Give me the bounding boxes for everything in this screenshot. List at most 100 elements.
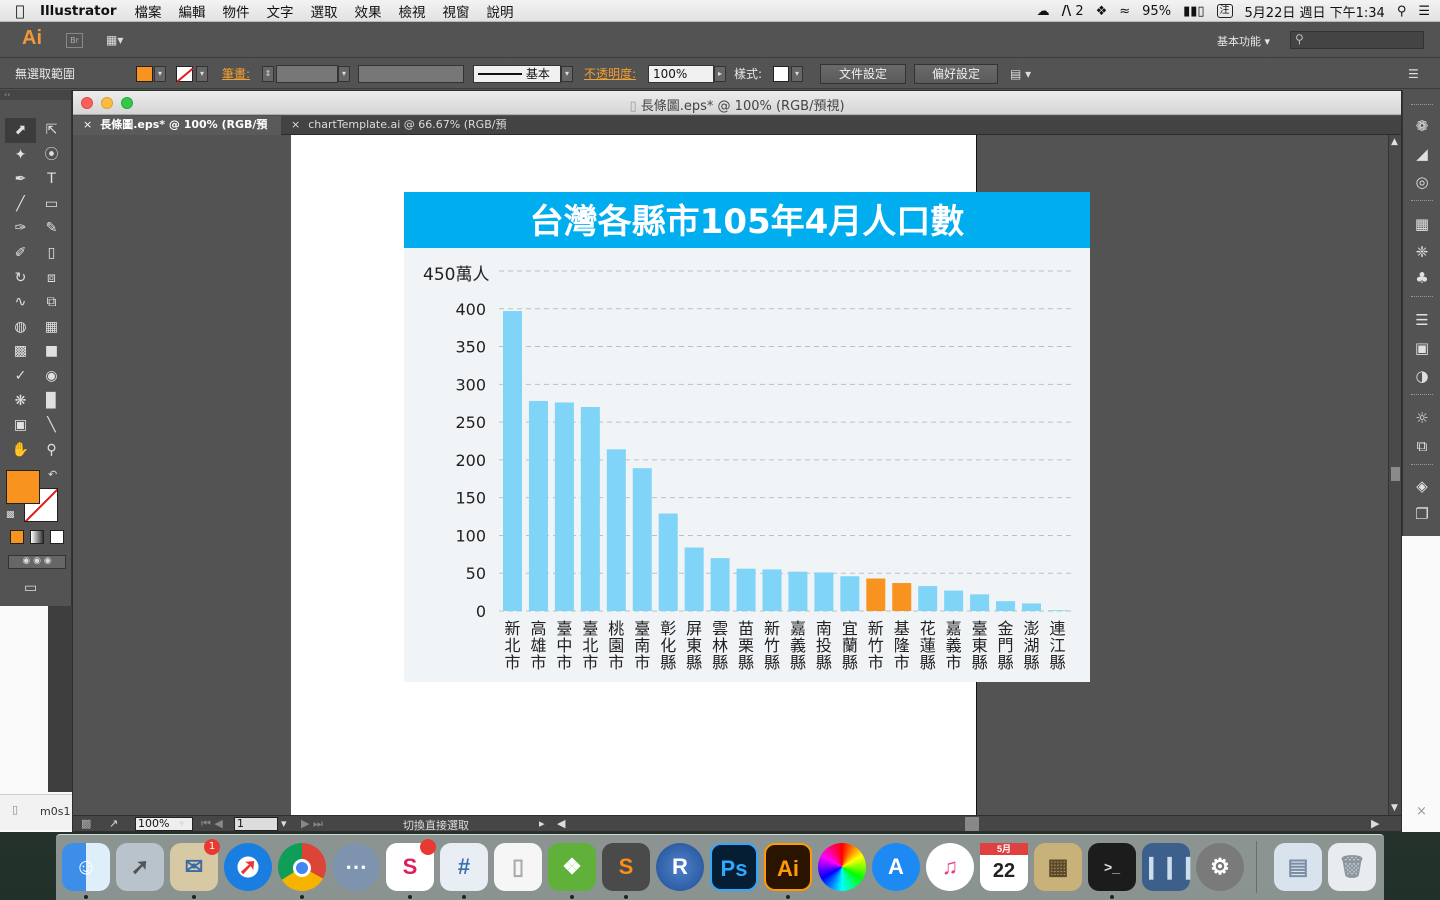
bar[interactable] <box>580 407 600 611</box>
pencil-tool-icon[interactable]: ✎ <box>36 216 67 241</box>
downloads-folder-icon[interactable]: ▤ <box>1274 843 1322 891</box>
fill-swatch[interactable] <box>136 65 153 82</box>
illustrator-dock-icon[interactable]: Ai <box>764 843 812 891</box>
close-tab-icon[interactable]: × <box>291 118 300 131</box>
bridge-button[interactable]: Br <box>66 33 83 48</box>
stroke-weight-stepper[interactable]: ⇕ <box>262 65 274 82</box>
photoshop-icon[interactable]: Ps <box>710 843 758 891</box>
lasso-tool-icon[interactable]: ⦿ <box>36 143 67 168</box>
blend-tool-icon[interactable]: ◉ <box>36 364 67 389</box>
slice-tool-icon[interactable]: ╲ <box>36 413 67 438</box>
horizontal-scroll-thumb[interactable] <box>965 817 979 831</box>
layers-panel-icon[interactable]: ◈ <box>1412 476 1432 496</box>
r-icon[interactable]: R <box>656 843 704 891</box>
appearance-panel-icon[interactable]: ☼ <box>1412 408 1432 428</box>
column-graph-tool-icon[interactable]: ▉ <box>36 389 67 414</box>
variable-width-profile[interactable] <box>358 64 464 83</box>
bar[interactable] <box>554 402 574 611</box>
stroke-swatch[interactable] <box>176 65 193 82</box>
itunes-icon[interactable]: ♫ <box>926 843 974 891</box>
eraser-tool-icon[interactable]: ▯ <box>36 241 67 266</box>
bar[interactable] <box>918 586 938 611</box>
canvas[interactable]: 台灣各縣市105年4月人口數 0 50 100 150 200 250 300 350 400 新… <box>73 135 1388 817</box>
menu-edit[interactable]: 編輯 <box>179 1 206 21</box>
scale-tool-icon[interactable]: ⧈ <box>36 266 67 291</box>
screen-mode-icon[interactable]: ▭ <box>24 580 37 596</box>
brushes-panel-icon[interactable]: ❈ <box>1412 242 1432 262</box>
sublime-text-icon[interactable]: S <box>602 843 650 891</box>
arrange-documents-icon[interactable]: ▦▾ <box>106 33 123 47</box>
cc-libraries-panel-icon[interactable]: ◎ <box>1412 172 1432 192</box>
rotate-tool-icon[interactable]: ↻ <box>5 266 36 291</box>
rectangle-tool-icon[interactable]: ▭ <box>36 192 67 217</box>
scroll-down-icon[interactable]: ▼ <box>1391 803 1398 813</box>
scroll-left-icon[interactable]: ◀ <box>557 817 565 830</box>
bar[interactable] <box>892 583 912 611</box>
hand-tool-icon[interactable]: ✋ <box>5 438 36 463</box>
zoom-tool-icon[interactable]: ⚲ <box>36 438 67 463</box>
document-setup-button[interactable]: 文件設定 <box>820 63 906 84</box>
scroll-up-icon[interactable]: ▲ <box>1391 137 1398 147</box>
color-picker-icon[interactable] <box>818 843 866 891</box>
spotlight-icon[interactable]: ⚲ <box>1397 4 1407 19</box>
menu-object[interactable]: 物件 <box>223 1 250 21</box>
input-method-icon[interactable]: 注 <box>1216 4 1233 18</box>
free-transform-tool-icon[interactable]: ⧉ <box>36 290 67 315</box>
bar[interactable] <box>970 594 990 611</box>
battery-icon[interactable]: ▮▮▯ <box>1183 4 1204 19</box>
default-colors-icon[interactable]: ▩ <box>6 510 15 520</box>
artboard-dropdown-icon[interactable]: ▾ <box>281 817 287 830</box>
artboards-panel-icon[interactable]: ❐ <box>1412 504 1432 524</box>
menu-window[interactable]: 視窗 <box>443 1 470 21</box>
launchpad-icon[interactable]: ➚ <box>116 843 164 891</box>
opacity-field[interactable]: 100% <box>648 64 714 83</box>
help-search-input[interactable]: ⚲ <box>1290 31 1424 49</box>
menu-file[interactable]: 檔案 <box>135 1 162 21</box>
bar-chart[interactable]: 台灣各縣市105年4月人口數 050100150200250300350400新… <box>403 192 1091 682</box>
chrome-icon[interactable] <box>278 843 326 891</box>
current-tool-hint[interactable]: 切換直接選取 <box>403 817 469 833</box>
swap-colors-icon[interactable]: ↶ <box>48 468 57 481</box>
slack-notes-icon[interactable]: # <box>440 843 488 891</box>
export-icon[interactable]: ↗ <box>109 817 118 830</box>
bar[interactable] <box>684 547 704 611</box>
panel-group-grip[interactable] <box>1411 394 1433 397</box>
finder-icon[interactable]: ☺ <box>62 843 110 891</box>
bar[interactable] <box>632 468 652 611</box>
cloud-icon[interactable]: ☁ <box>1037 4 1050 19</box>
safari-icon[interactable]: ➚ <box>224 843 272 891</box>
selection-tool-icon[interactable]: ⬈ <box>5 118 36 143</box>
stroke-weight-dropdown-icon[interactable]: ▾ <box>338 65 350 82</box>
color-mode-icon[interactable] <box>10 530 24 544</box>
status-menu-icon[interactable]: ▸ <box>539 817 545 830</box>
terminal-icon[interactable]: >_ <box>1088 843 1136 891</box>
opacity-arrow-icon[interactable]: ▸ <box>714 65 726 82</box>
mesh-tool-icon[interactable]: ▩ <box>5 339 36 364</box>
bar[interactable] <box>944 590 964 611</box>
gradient-panel-icon[interactable]: ▣ <box>1412 338 1432 358</box>
panel-group-grip[interactable] <box>1411 296 1433 299</box>
next-artboard-icon[interactable]: ▶ ⏭ <box>301 817 323 831</box>
app-store-icon[interactable]: A <box>872 843 920 891</box>
pen-tool-icon[interactable]: ✒ <box>5 167 36 192</box>
gradient-mode-icon[interactable] <box>30 530 44 544</box>
brush-definition[interactable]: 基本 <box>473 64 561 83</box>
panel-menu-icon[interactable]: ☰ <box>1408 67 1419 81</box>
fill-dropdown-icon[interactable]: ▾ <box>154 65 166 82</box>
graphic-styles-panel-icon[interactable]: ⧉ <box>1412 436 1432 456</box>
transparency-panel-icon[interactable]: ◑ <box>1412 366 1432 386</box>
bar[interactable] <box>788 571 808 611</box>
wifi-icon[interactable]: ≈ <box>1119 4 1130 19</box>
stroke-dropdown-icon[interactable]: ▾ <box>196 65 208 82</box>
swatches-panel-icon[interactable]: ▦ <box>1412 214 1432 234</box>
perspective-grid-tool-icon[interactable]: ▦ <box>36 315 67 340</box>
menu-effect[interactable]: 效果 <box>355 1 382 21</box>
bar[interactable] <box>996 601 1016 611</box>
symbol-sprayer-tool-icon[interactable]: ❋ <box>5 389 36 414</box>
none-mode-icon[interactable] <box>50 530 64 544</box>
vertical-scroll-thumb[interactable] <box>1391 467 1400 481</box>
scroll-right-icon[interactable]: ▶ <box>1371 817 1379 830</box>
align-options-icon[interactable]: ▤ ▾ <box>1010 67 1031 81</box>
bar[interactable] <box>658 513 678 611</box>
bar[interactable] <box>762 569 782 611</box>
